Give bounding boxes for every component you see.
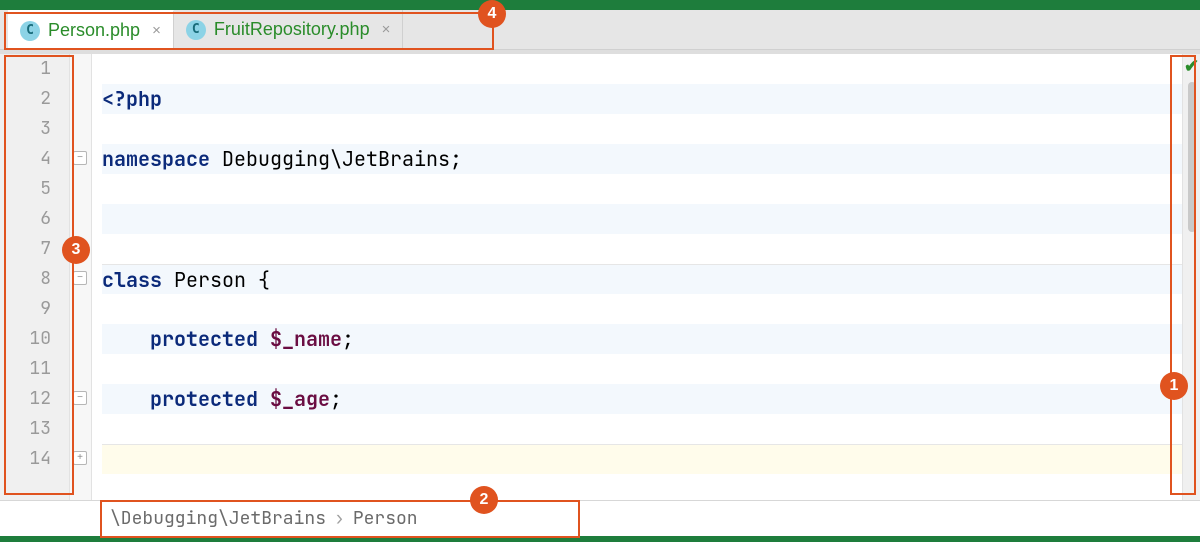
fold-collapse-icon[interactable]: −	[73, 391, 87, 405]
analysis-ok-icon: ✔	[1183, 56, 1200, 77]
tab-person-php[interactable]: C Person.php ×	[8, 10, 174, 49]
breadcrumb[interactable]: \Debugging\JetBrains › Person	[0, 500, 1200, 536]
line-number: 10	[0, 324, 69, 354]
field-name: $_name	[270, 326, 342, 352]
close-icon[interactable]: ×	[382, 21, 391, 38]
keyword-namespace: namespace	[102, 146, 210, 172]
line-number: 12	[0, 384, 69, 414]
code-text: Person {	[162, 267, 270, 293]
line-number: 6	[0, 204, 69, 234]
class-icon: C	[186, 20, 206, 40]
code-text: Debugging\JetBrains;	[210, 146, 462, 172]
line-number: 7	[0, 234, 69, 264]
tab-label: Person.php	[48, 20, 140, 41]
code-text: ;	[342, 326, 354, 352]
line-number-gutter[interactable]: 1 2 3 4 5 6 7 8 9 10 11 12 13 14	[0, 54, 70, 500]
folding-column[interactable]: − − − +	[70, 54, 92, 500]
line-number: 14	[0, 444, 69, 474]
window-bottom-border	[0, 536, 1200, 542]
line-number: 8	[0, 264, 69, 294]
line-number: 1	[0, 54, 69, 84]
field-age: $_age	[270, 386, 330, 412]
line-number: 4	[0, 144, 69, 174]
line-number: 2	[0, 84, 69, 114]
callout-badge-3: 3	[62, 236, 90, 264]
keyword-protected: protected	[150, 386, 258, 412]
scrollbar-thumb[interactable]	[1188, 82, 1196, 232]
close-icon[interactable]: ×	[152, 22, 161, 39]
error-stripe-bar[interactable]: ✔	[1182, 54, 1200, 500]
breadcrumb-namespace[interactable]: \Debugging\JetBrains	[110, 507, 326, 530]
callout-badge-1: 1	[1160, 372, 1188, 400]
code-text: ;	[330, 386, 342, 412]
tab-label: FruitRepository.php	[214, 19, 370, 40]
keyword-protected: protected	[150, 326, 258, 352]
breadcrumb-class[interactable]: Person	[353, 507, 418, 530]
keyword-class: class	[102, 267, 162, 293]
chevron-right-icon: ›	[334, 507, 345, 530]
line-number: 11	[0, 354, 69, 384]
callout-badge-4: 4	[478, 0, 506, 28]
line-number: 9	[0, 294, 69, 324]
fold-collapse-icon[interactable]: −	[73, 151, 87, 165]
code-editor: 1 2 3 4 5 6 7 8 9 10 11 12 13 14 − − − +…	[0, 50, 1200, 500]
line-number: 13	[0, 414, 69, 444]
fold-collapse-icon[interactable]: −	[73, 271, 87, 285]
line-number: 3	[0, 114, 69, 144]
class-icon: C	[20, 21, 40, 41]
tab-fruitrepository-php[interactable]: C FruitRepository.php ×	[174, 10, 404, 49]
fold-expand-icon[interactable]: +	[73, 451, 87, 465]
line-number: 5	[0, 174, 69, 204]
code-token: <?php	[102, 86, 162, 112]
window-top-border	[0, 0, 1200, 10]
editor-tabs: C Person.php × C FruitRepository.php ×	[0, 10, 1200, 50]
callout-badge-2: 2	[470, 486, 498, 514]
code-area[interactable]: <?php namespace Debugging\JetBrains; cla…	[92, 54, 1182, 500]
